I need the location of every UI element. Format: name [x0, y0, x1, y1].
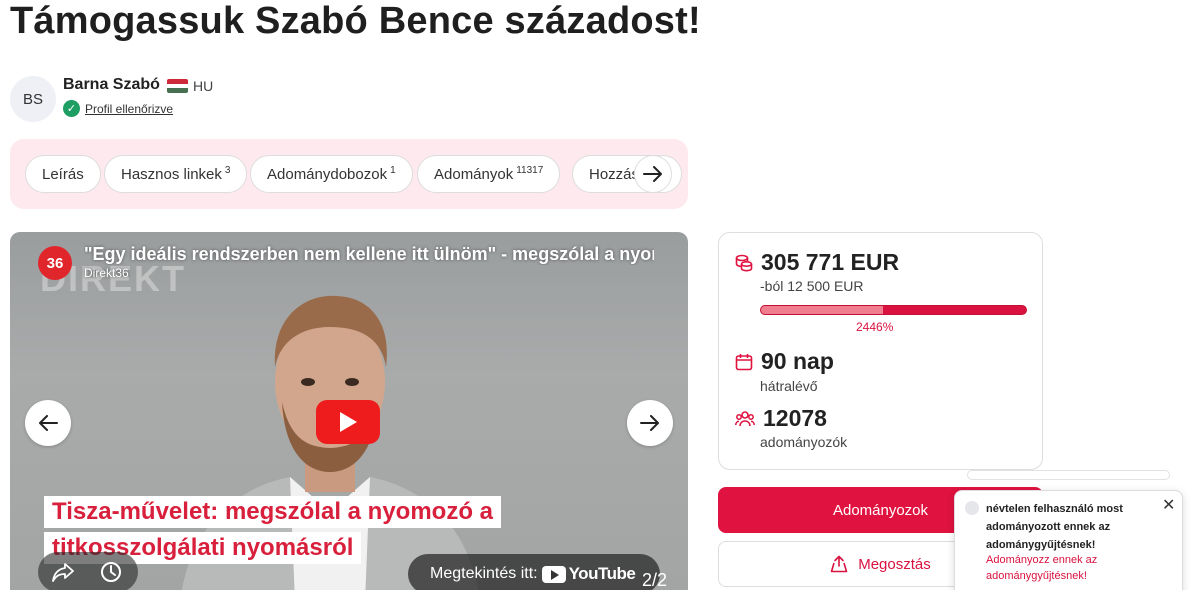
play-button[interactable] [316, 400, 380, 444]
verified-check-icon: ✓ [63, 100, 80, 117]
hungary-flag-icon [167, 79, 188, 93]
arrow-left-icon [39, 415, 58, 431]
clock-icon[interactable] [100, 561, 122, 583]
tab-label: Adománydobozok [267, 165, 388, 183]
watch-on-label: Megtekintés itt: [430, 565, 538, 582]
arrow-right-icon [643, 166, 662, 182]
coins-icon [735, 254, 753, 272]
avatar[interactable]: BS [10, 76, 56, 122]
tab-label: Hasznos linkek [121, 165, 222, 183]
progress-percent: 2446% [856, 320, 894, 334]
tab-donations[interactable]: Adományok 11317 [417, 155, 561, 193]
tab-count: 1 [390, 164, 396, 176]
page-title: Támogassuk Szabó Bence századost! [10, 0, 701, 42]
verified-badge[interactable]: ✓ Profil ellenőrizve [63, 100, 173, 117]
video-caption-line-1: Tisza-művelet: megszólal a nyomozó a [44, 496, 502, 528]
play-icon [340, 412, 357, 432]
days-row: 90 nap [735, 348, 834, 375]
tabs-next-button[interactable] [634, 155, 672, 193]
raised-amount: 305 771 EUR [761, 249, 900, 275]
tab-label: Hozzás [589, 165, 640, 183]
arrow-right-icon [640, 415, 659, 431]
video-channel[interactable]: Direkt36 [84, 266, 129, 280]
days-remaining: 90 nap [761, 348, 834, 374]
calendar-icon [735, 353, 753, 370]
tab-count: 3 [224, 164, 231, 176]
carousel-page-count: 2/2 [642, 570, 668, 590]
tab-description[interactable]: Leírás [25, 155, 101, 193]
tab-count: 11317 [516, 164, 544, 176]
tab-label: Leírás [42, 165, 84, 183]
donors-count: 12078 [763, 405, 827, 431]
carousel-next-button[interactable] [627, 400, 673, 446]
stats-card: 305 771 EUR -ból 12 500 EUR 2446% 90 nap… [718, 232, 1043, 470]
author-name[interactable]: Barna Szabó [63, 76, 160, 94]
video-title[interactable]: "Egy ideális rendszerben nem kellene itt… [84, 244, 654, 265]
video-player[interactable]: DIREKT 36 "Egy ideális rendszerben nem k… [10, 232, 688, 590]
tabs-bar: Leírás Hasznos linkek 3 Adománydobozok 1 A… [10, 139, 688, 209]
progress-fill [761, 306, 883, 314]
days-label: hátralévő [760, 378, 818, 394]
tab-donation-boxes[interactable]: Adománydobozok 1 [250, 155, 413, 193]
donors-row: 12078 [735, 405, 827, 432]
tab-label: Adományok [434, 165, 514, 183]
goal-amount: -ból 12 500 EUR [760, 278, 864, 294]
notification-donate-link[interactable]: Adományozz ennek az adománygyűjtésnek! [986, 552, 1156, 584]
share-icon[interactable] [52, 562, 74, 582]
donors-label: adományozók [760, 434, 848, 450]
verified-label[interactable]: Profil ellenőrizve [85, 102, 173, 116]
people-icon [735, 410, 755, 426]
channel-logo[interactable]: 36 [38, 246, 72, 280]
watch-on-youtube-button[interactable]: Megtekintés itt: YouTube [408, 554, 660, 590]
notification-text: névtelen felhasználó most adományozott e… [986, 503, 1123, 551]
raised-row: 305 771 EUR [735, 249, 899, 276]
progress-bar [760, 305, 1027, 315]
user-icon [965, 501, 979, 515]
youtube-logo-icon: YouTube [541, 564, 636, 584]
close-icon[interactable]: ✕ [1162, 495, 1175, 515]
notification-stack [967, 470, 1170, 480]
donation-notification: névtelen felhasználó most adományozott e… [954, 490, 1183, 590]
share-icon [830, 555, 848, 573]
youtube-label: YouTube [568, 564, 636, 583]
carousel-prev-button[interactable] [25, 400, 71, 446]
video-controls [38, 552, 138, 590]
tab-useful-links[interactable]: Hasznos linkek 3 [104, 155, 248, 193]
share-label: Megosztás [858, 555, 931, 573]
author-country: HU [193, 78, 214, 94]
